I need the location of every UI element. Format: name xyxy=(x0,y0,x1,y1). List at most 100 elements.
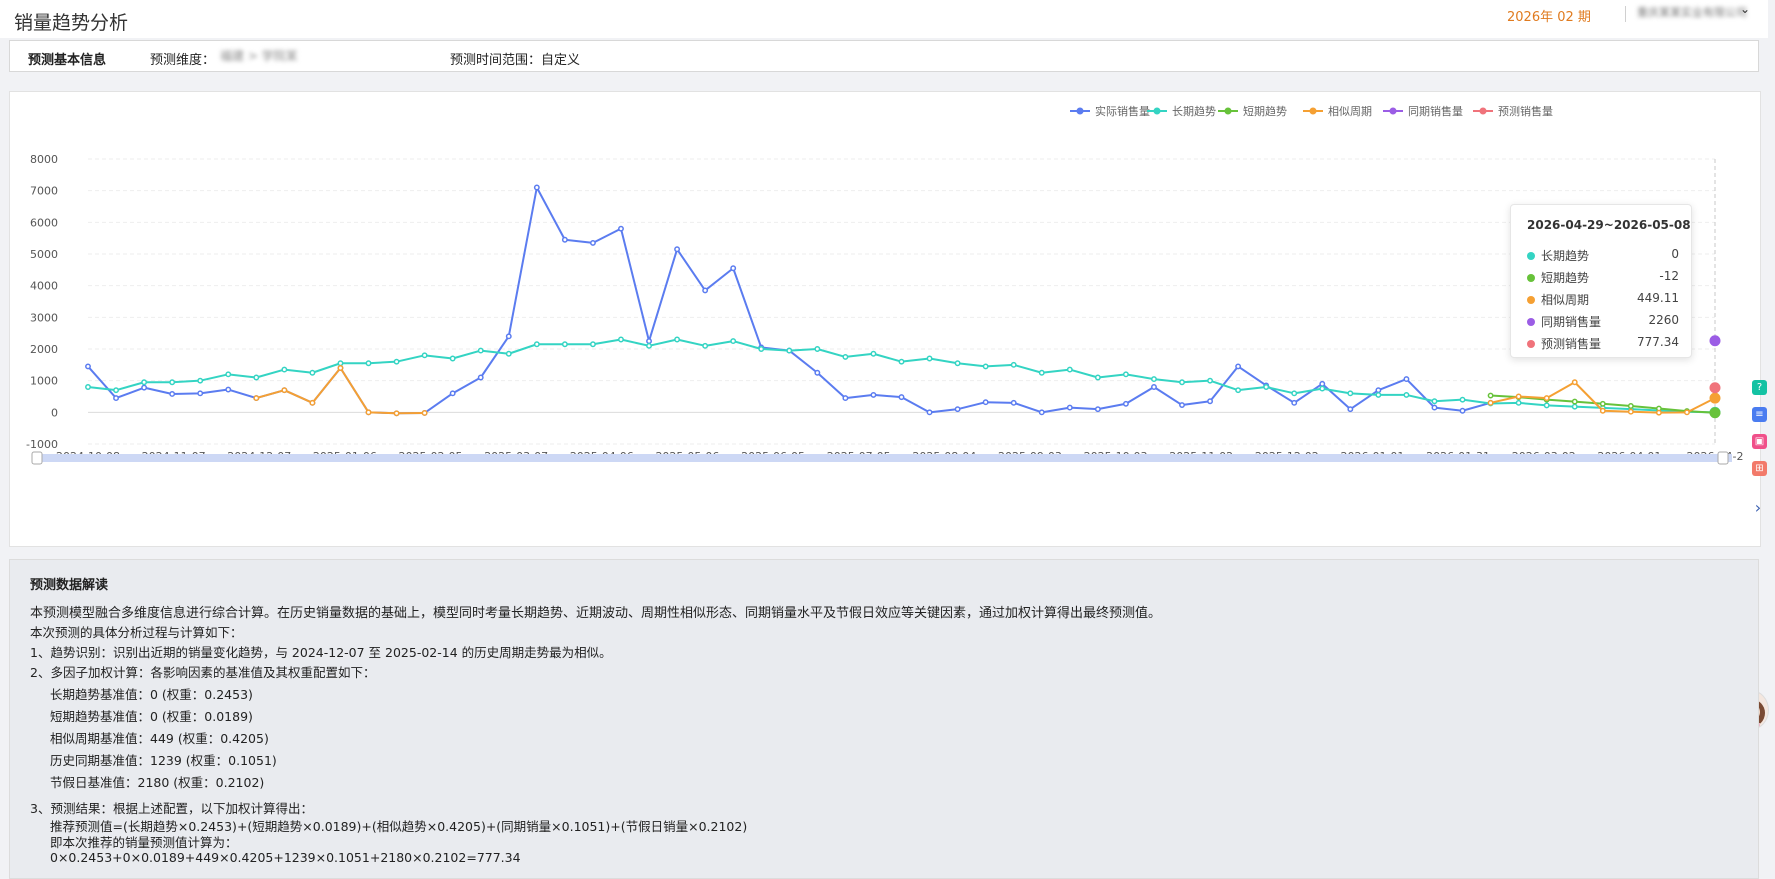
data-point xyxy=(449,390,456,397)
data-point xyxy=(1375,387,1382,394)
factor-item: 长期趋势基准值：0 (权重：0.2453) xyxy=(50,687,253,702)
data-point xyxy=(674,246,681,253)
data-point xyxy=(1122,371,1129,378)
data-point xyxy=(365,409,372,416)
chart-tooltip: 2026-04-29~2026-05-08 长期趋势 0 短期趋势 -12 相似周期 44… xyxy=(1510,204,1692,358)
y-tick-label: 7000 xyxy=(30,185,58,198)
data-point xyxy=(1235,363,1242,370)
tooltip-row: 长期趋势 0 xyxy=(1527,247,1679,267)
legend-dot-icon xyxy=(1527,340,1535,348)
data-point xyxy=(1627,403,1634,409)
tooltip-label: 长期趋势 xyxy=(1541,249,1590,263)
forecast-info-bar: 预测基本信息 预测维度： 福建 > 学院某 预测时间范围：自定义 xyxy=(9,40,1759,72)
tooltip-label: 短期趋势 xyxy=(1541,271,1590,285)
data-point xyxy=(1431,398,1438,405)
data-point xyxy=(1151,384,1157,390)
legend-marker xyxy=(1224,107,1232,115)
data-point xyxy=(1431,404,1438,411)
y-tick-label: -1000 xyxy=(26,438,58,451)
tooltip-label: 同期销售量 xyxy=(1541,315,1602,329)
chat-icon[interactable]: ≡ xyxy=(1752,407,1767,422)
legend-marker xyxy=(1479,107,1487,115)
data-point xyxy=(758,346,765,352)
data-point xyxy=(1347,390,1354,397)
company-selector[interactable]: 重庆某某实业有限公司 xyxy=(1637,3,1752,23)
data-point xyxy=(1263,384,1270,390)
data-point xyxy=(1122,400,1129,407)
zoom-handle-left xyxy=(31,451,43,465)
data-point xyxy=(1599,400,1606,407)
data-point xyxy=(309,369,316,376)
legend-marker xyxy=(1389,107,1397,115)
data-point xyxy=(421,410,428,416)
factor-item: 历史同期基准值：1239 (权重：0.1051) xyxy=(50,753,277,768)
legend-dot-icon xyxy=(1527,318,1535,326)
data-point xyxy=(1347,406,1354,413)
data-point xyxy=(786,347,793,354)
tooltip-row: 相似周期 449.11 xyxy=(1527,291,1679,311)
y-tick-label: 1000 xyxy=(30,375,58,388)
legend-label: 相似周期 xyxy=(1328,105,1372,118)
data-point xyxy=(85,363,91,370)
factor-item: 短期趋势基准值：0 (权重：0.0189) xyxy=(50,709,253,724)
legend-marker xyxy=(1309,107,1317,115)
data-point xyxy=(1235,387,1242,394)
factor-item: 相似周期基准值：449 (权重：0.4205) xyxy=(50,731,269,746)
zoom-handle-right xyxy=(1717,451,1729,465)
data-point xyxy=(618,336,624,343)
data-point xyxy=(449,355,456,362)
factor-item: 节假日基准值：2180 (权重：0.2102) xyxy=(50,775,265,790)
data-point xyxy=(618,225,624,232)
y-tick-label: 8000 xyxy=(30,153,58,166)
analysis-step1: 1、趋势识别：识别出近期的销量变化趋势，与 2024-12-07 至 2025-… xyxy=(30,645,612,660)
data-point xyxy=(477,347,484,354)
data-point xyxy=(1709,382,1721,394)
data-point xyxy=(674,336,681,343)
data-point xyxy=(646,338,652,345)
calendar-icon[interactable]: ▣ xyxy=(1752,434,1767,449)
data-point xyxy=(982,399,989,406)
period-selector[interactable]: 2026年 02 期 xyxy=(1507,6,1591,25)
chevron-down-icon[interactable]: ⌄ xyxy=(1740,2,1750,16)
data-point xyxy=(646,342,652,349)
chevron-right-icon[interactable]: › xyxy=(1748,498,1768,518)
data-point xyxy=(1709,392,1721,404)
data-point xyxy=(589,341,596,348)
data-point xyxy=(730,265,737,272)
data-point xyxy=(954,360,961,367)
data-point xyxy=(1207,398,1214,405)
data-point xyxy=(197,377,204,384)
data-point xyxy=(561,341,568,348)
data-point xyxy=(1066,404,1073,411)
analysis-process: 本次预测的具体分析过程与计算如下： xyxy=(30,625,243,640)
legend-dot-icon xyxy=(1527,274,1535,282)
tooltip-value: -12 xyxy=(1659,269,1679,283)
data-point xyxy=(1459,407,1466,414)
legend-dot-icon xyxy=(1527,296,1535,304)
data-point xyxy=(814,369,821,376)
data-point xyxy=(1151,376,1157,383)
data-point xyxy=(1515,393,1522,400)
legend-label: 短期趋势 xyxy=(1243,104,1287,118)
legend-label: 同期销售量 xyxy=(1408,104,1463,118)
y-tick-label: 6000 xyxy=(30,216,58,229)
data-point xyxy=(337,365,344,371)
data-point xyxy=(1010,399,1017,406)
result-formula: 0×0.2453+0×0.0189+449×0.4205+1239×0.1051… xyxy=(50,850,521,865)
tooltip-value: 449.11 xyxy=(1637,291,1679,305)
data-point xyxy=(1487,399,1494,406)
grid-icon[interactable]: ⊞ xyxy=(1752,461,1767,476)
data-point xyxy=(898,394,905,401)
data-point xyxy=(141,379,148,386)
chart-canvas[interactable]: -1000 0 1000 2000 3000 4000 5000 6000 7000 8000 20… xyxy=(10,92,1760,546)
zoom-slider xyxy=(42,454,1732,462)
help-icon[interactable]: ? xyxy=(1752,380,1767,395)
analysis-step3: 3、预测结果：根据上述配置，以下加权计算得出： xyxy=(30,801,313,816)
data-point xyxy=(169,379,176,386)
sales-trend-chart[interactable]: -1000 0 1000 2000 3000 4000 5000 6000 7000 8000 20… xyxy=(9,91,1761,547)
data-point xyxy=(281,366,288,373)
y-tick-label: 4000 xyxy=(30,280,58,293)
data-point xyxy=(561,236,568,243)
data-point xyxy=(197,390,204,397)
data-point xyxy=(1543,395,1550,402)
